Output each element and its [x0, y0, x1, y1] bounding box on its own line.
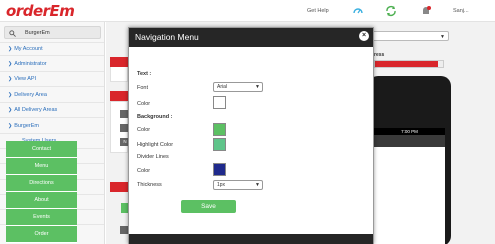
sidebar-item-view-api[interactable]: ❯ View API: [0, 73, 104, 85]
layout-select[interactable]: ▼: [372, 31, 449, 41]
background-section-heading: Background :: [137, 114, 173, 120]
divider-color-label: Color: [137, 168, 151, 174]
chevron-down-icon: ▼: [255, 84, 260, 90]
progress-bar: [374, 60, 444, 68]
save-button[interactable]: Save: [181, 200, 236, 213]
phone-menu-item-directions[interactable]: Directions: [6, 175, 77, 192]
phone-screen: 7:00 PM: [374, 128, 445, 244]
section-header: [110, 91, 128, 101]
user-menu[interactable]: Sanj...: [453, 8, 469, 14]
phone-menu-item-contact[interactable]: Contact: [6, 141, 77, 158]
get-help-link[interactable]: Get Help: [307, 8, 329, 14]
divider: [0, 86, 104, 87]
phone-menu-item-menu[interactable]: Menu: [6, 158, 77, 175]
progress-fill: [375, 61, 438, 67]
chevron-down-icon: ❯: [8, 123, 13, 129]
phone-menu-item-order[interactable]: Order: [6, 226, 77, 243]
phone-preview: 7:00 PM: [368, 76, 451, 244]
sidebar-item-all-delivery-areas[interactable]: ❯ All Delivery Areas: [0, 104, 104, 116]
chevron-right-icon: ❯: [8, 61, 13, 67]
phone-status-bar: 7:00 PM: [374, 128, 445, 135]
chevron-right-icon: ❯: [8, 92, 13, 98]
divider-color-swatch[interactable]: [213, 163, 226, 176]
background-color-label: Color: [137, 127, 151, 133]
chevron-right-icon: ❯: [8, 46, 13, 52]
highlight-color-swatch[interactable]: [213, 138, 226, 151]
modal-footer: [129, 234, 373, 244]
highlight-color-label: Highlight Color: [137, 142, 174, 148]
dashboard-icon[interactable]: [352, 5, 364, 17]
font-select-value: Arial: [217, 84, 228, 90]
phone-menu: Contact Menu Directions About Events Ord…: [6, 141, 77, 243]
text-color-swatch[interactable]: [213, 96, 226, 109]
refresh-icon[interactable]: [385, 5, 397, 17]
phone-menu-item-about[interactable]: About: [6, 192, 77, 209]
sidebar-item-label: View API: [14, 76, 37, 82]
modal-header: Navigation Menu ×: [129, 28, 373, 47]
sidebar-item-burgerem[interactable]: ❯ BurgerEm: [0, 120, 104, 132]
phone-header: [374, 135, 445, 147]
search-box[interactable]: BurgerEm: [4, 26, 101, 39]
divider: [0, 133, 104, 134]
text-section-heading: Text :: [137, 71, 152, 77]
text-color-label: Color: [137, 101, 151, 107]
search-input[interactable]: BurgerEm: [25, 30, 50, 36]
navigation-menu-modal: Navigation Menu × Text : Font Arial ▼ Co…: [128, 27, 374, 244]
sidebar-item-label: Administrator: [14, 61, 47, 67]
font-select[interactable]: Arial ▼: [213, 82, 263, 92]
modal-title: Navigation Menu: [135, 32, 199, 42]
background-color-swatch[interactable]: [213, 123, 226, 136]
notification-icon[interactable]: [420, 5, 432, 17]
chevron-right-icon: ❯: [8, 76, 13, 82]
divider: [0, 117, 104, 118]
search-icon: [9, 30, 16, 37]
chevron-down-icon: ▼: [255, 182, 260, 188]
progress-label: ress: [374, 52, 385, 58]
phone-menu-item-events[interactable]: Events: [6, 209, 77, 226]
logo[interactable]: orderEm: [6, 2, 75, 20]
sidebar-item-my-account[interactable]: ❯ My Account: [0, 43, 104, 55]
divider: [0, 55, 104, 56]
thickness-select[interactable]: 1px ▼: [213, 180, 263, 190]
modal-body: Text : Font Arial ▼ Color Background : C…: [129, 47, 373, 236]
chevron-right-icon: ❯: [8, 107, 13, 113]
sidebar-item-label: My Account: [14, 46, 43, 52]
divider: [0, 71, 104, 72]
sidebar-item-label: BurgerEm: [14, 123, 39, 129]
section-header: [110, 57, 128, 67]
divider-section-heading: Divider Lines: [137, 154, 169, 160]
sidebar-item-administrator[interactable]: ❯ Administrator: [0, 58, 104, 70]
chevron-down-icon: ▼: [440, 34, 445, 40]
sidebar-item-delivery-area[interactable]: ❯ Delivery Area: [0, 89, 104, 101]
thickness-label: Thickness: [137, 182, 162, 188]
section-header: [110, 182, 128, 192]
thickness-select-value: 1px: [217, 182, 226, 188]
sidebar-item-label: Delivery Area: [14, 92, 47, 98]
top-bar: orderEm Get Help Sanj...: [0, 0, 495, 22]
font-label: Font: [137, 85, 149, 91]
sidebar-item-label: All Delivery Areas: [14, 107, 58, 113]
close-icon[interactable]: ×: [359, 31, 369, 41]
divider: [0, 102, 104, 103]
